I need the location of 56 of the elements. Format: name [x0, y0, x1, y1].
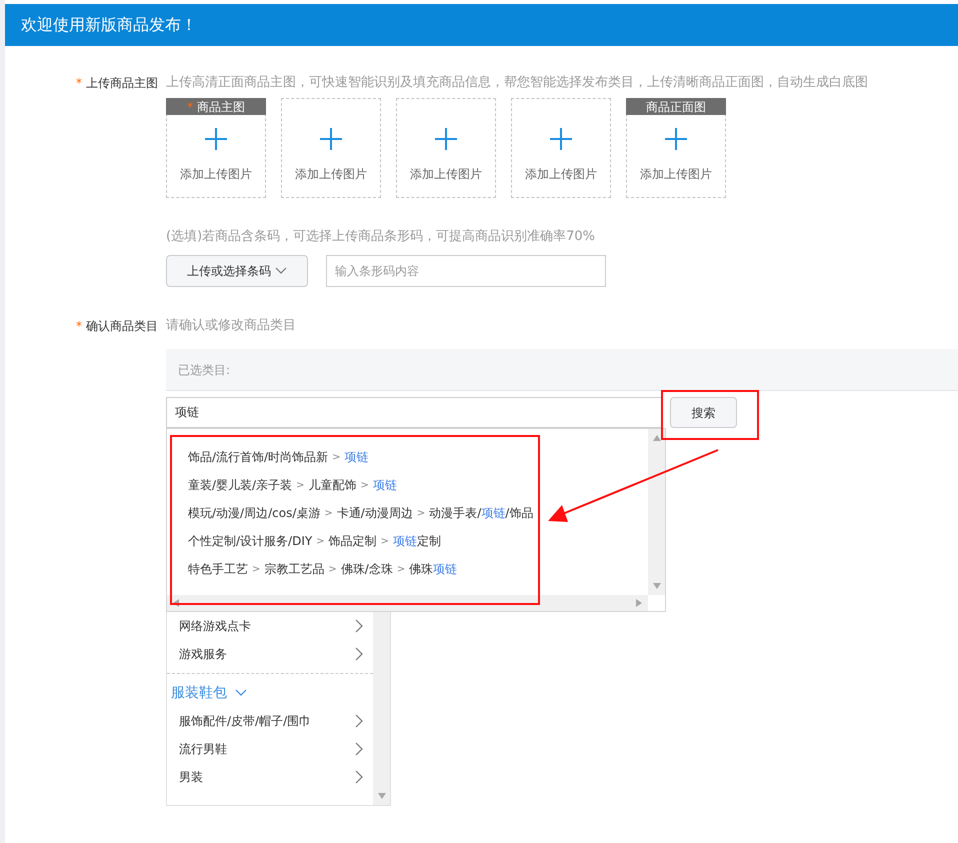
required-mark: *	[76, 318, 82, 335]
search-button[interactable]: 搜索	[670, 397, 737, 428]
required-mark: *	[187, 98, 193, 116]
category-suggestion[interactable]: 模玩/动漫/周边/cos/桌游 > 卡通/动漫周边 > 动漫手表/项链/饰品	[188, 499, 534, 527]
chevron-right-icon	[355, 742, 363, 756]
upload-label: 添加上传图片	[180, 166, 252, 183]
scroll-up-icon[interactable]	[652, 435, 660, 441]
upload-label: 添加上传图片	[295, 166, 367, 183]
image-upload-slot[interactable]: 添加上传图片	[396, 98, 496, 198]
category-item[interactable]: 游戏服务	[167, 640, 373, 668]
image-upload-slot[interactable]: 添加上传图片	[511, 98, 611, 198]
scroll-down-icon[interactable]	[652, 583, 660, 589]
slot-tag: 商品正面图	[626, 98, 726, 115]
plus-icon	[549, 127, 573, 151]
plus-icon	[204, 127, 228, 151]
field-label: 确认商品类目	[86, 318, 158, 335]
category-suggestion[interactable]: 童装/婴儿装/亲子装 > 儿童配饰 > 项链	[188, 471, 397, 499]
upload-label: 添加上传图片	[640, 166, 712, 183]
scroll-left-icon[interactable]	[173, 599, 179, 607]
chevron-right-icon	[355, 770, 363, 784]
hint-text: 上传高清正面商品主图，可快速智能识别及填充商品信息，帮您智能选择发布类目，上传清晰商品正面图，自动生成白底图	[166, 74, 868, 92]
barcode-input-field[interactable]: 输入条形码内容	[326, 255, 606, 287]
category-suggestion[interactable]: 个性定制/设计服务/DIY > 饰品定制 > 项链定制	[188, 527, 441, 555]
plus-icon	[664, 127, 688, 151]
category-search-field[interactable]: 项链	[166, 397, 663, 428]
selected-category-label: 已选类目:	[178, 362, 230, 378]
chevron-right-icon	[355, 619, 363, 633]
plus-icon	[319, 127, 343, 151]
vertical-scrollbar[interactable]	[648, 429, 665, 595]
category-suggestion[interactable]: 饰品/流行首饰/时尚饰品新 > 项链	[188, 443, 368, 471]
category-item[interactable]: 服饰配件/皮带/帽子/围巾	[167, 707, 373, 735]
vertical-scrollbar[interactable]	[373, 612, 390, 805]
upload-label: 添加上传图片	[525, 166, 597, 183]
image-upload-slot[interactable]: 添加上传图片	[281, 98, 381, 198]
category-suggestion[interactable]: 特色手工艺 > 宗教工艺品 > 佛珠/念珠 > 佛珠项链	[188, 555, 458, 583]
chevron-right-icon	[355, 714, 363, 728]
slot-tag: * 商品主图	[166, 98, 266, 115]
category-item[interactable]: 男装	[167, 763, 373, 791]
category-item[interactable]: 网络游戏点卡	[167, 612, 373, 640]
page-title: 欢迎使用新版商品发布！	[21, 14, 197, 36]
chevron-right-icon	[355, 647, 363, 661]
horizontal-scrollbar[interactable]	[167, 595, 648, 611]
hint-text: (选填)若商品含条码，可选择上传商品条形码，可提高商品识别准确率70%	[166, 228, 596, 246]
required-mark: *	[76, 75, 82, 92]
hint-text: 请确认或修改商品类目	[166, 317, 296, 336]
field-label: 上传商品主图	[86, 75, 158, 92]
plus-icon	[434, 127, 458, 151]
upload-label: 添加上传图片	[410, 166, 482, 183]
chevron-down-icon	[235, 689, 247, 697]
image-upload-slot[interactable]: 商品正面图 添加上传图片	[626, 98, 726, 198]
barcode-dropdown-button[interactable]: 上传或选择条码	[166, 255, 308, 287]
scroll-right-icon[interactable]	[636, 599, 642, 607]
image-upload-slot[interactable]: * 商品主图 添加上传图片	[166, 98, 266, 198]
chevron-down-icon	[275, 267, 287, 275]
scroll-down-icon[interactable]	[378, 793, 386, 799]
category-item[interactable]: 流行男鞋	[167, 735, 373, 763]
